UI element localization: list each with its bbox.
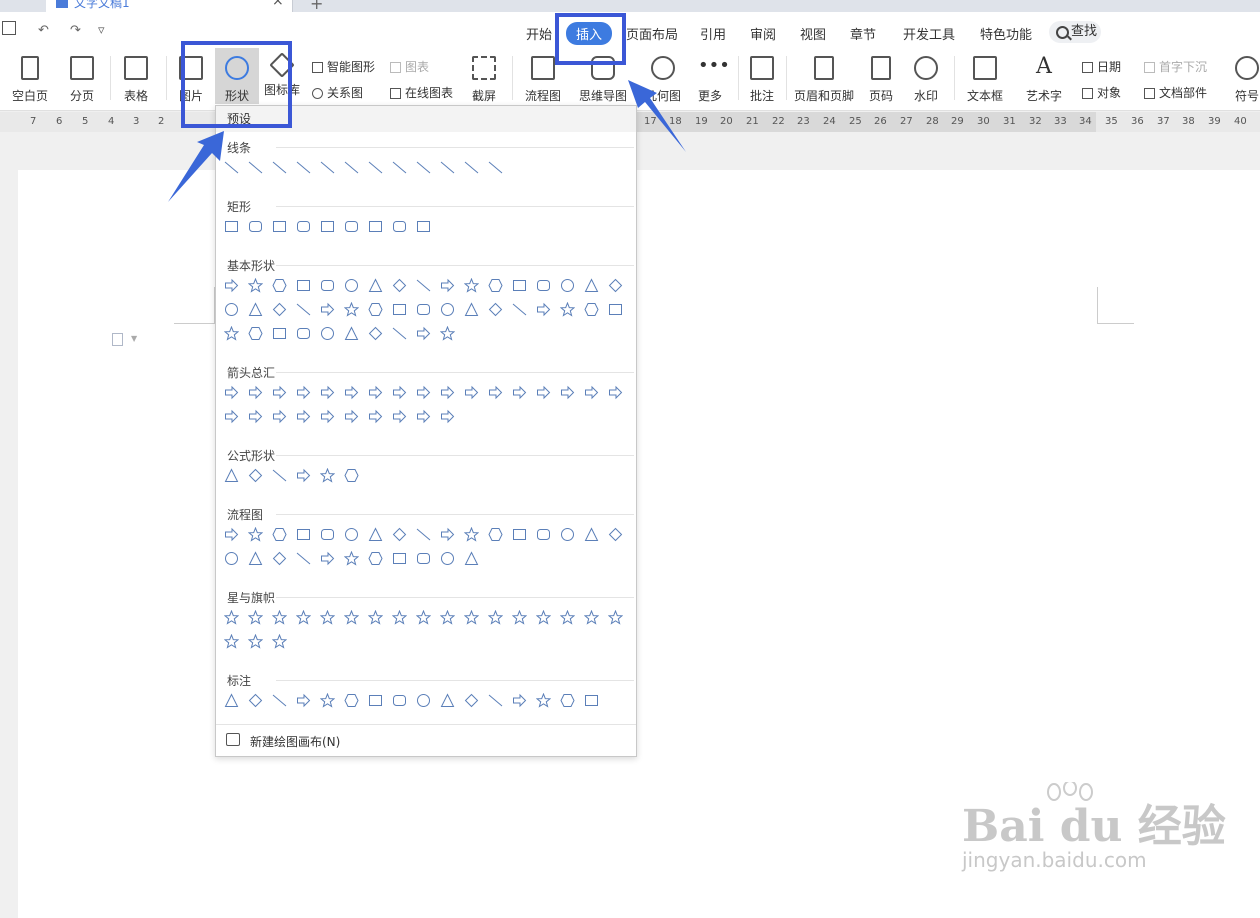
annotation-arrows (168, 80, 686, 202)
arrow-to-shapes (168, 131, 224, 202)
arrow-to-insert-tab (628, 80, 686, 152)
baidu-paw-logo (1047, 782, 1093, 801)
